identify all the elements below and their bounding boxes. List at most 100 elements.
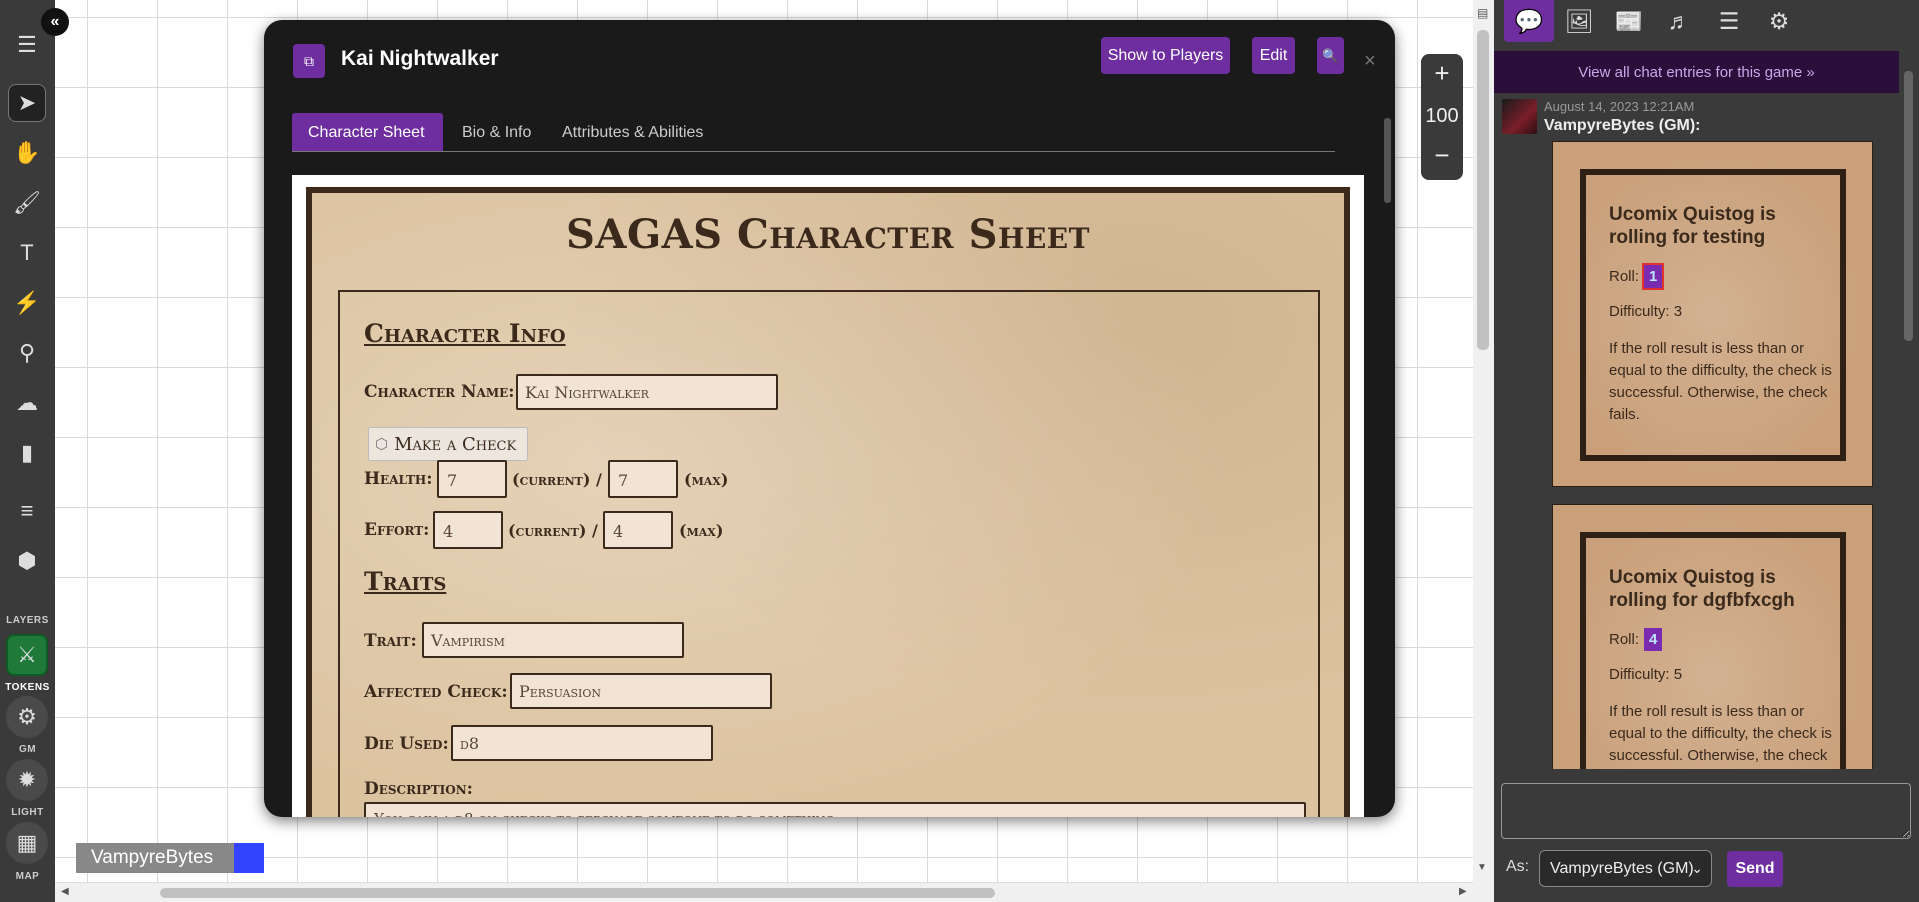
art-library-icon[interactable]: 🖼 bbox=[1554, 0, 1604, 42]
dialog-scrollbar[interactable] bbox=[1382, 100, 1393, 816]
roll-title: Ucomix Quistog is rolling for dgfbfxcgh bbox=[1609, 567, 1795, 611]
die-used-label: Die Used: bbox=[364, 734, 449, 754]
roll-result[interactable]: 4 bbox=[1644, 628, 1663, 651]
traits-heading: Traits bbox=[364, 567, 447, 596]
scroll-right-arrow-icon[interactable]: ▶ bbox=[1459, 886, 1467, 897]
speak-as-select[interactable]: VampyreBytes (GM) ⌄ bbox=[1539, 850, 1712, 887]
popout-icon[interactable]: ⧉ bbox=[293, 44, 325, 78]
roll-card-frame: Ucomix Quistog is rolling for testing Ro… bbox=[1580, 169, 1846, 461]
character-info-heading: Character Info bbox=[364, 319, 566, 348]
tab-bio-info[interactable]: Bio & Info bbox=[446, 113, 547, 152]
tab-attributes-abilities[interactable]: Attributes & Abilities bbox=[546, 113, 719, 152]
trait-label: Trait: bbox=[364, 631, 417, 651]
horizontal-scrollbar[interactable]: ◀ ▶ bbox=[55, 882, 1473, 902]
player-tag[interactable]: VampyreBytes bbox=[76, 843, 264, 873]
roll-card-frame: Ucomix Quistog is rolling for dgfbfxcgh … bbox=[1580, 532, 1846, 769]
vertical-scroll-thumb[interactable] bbox=[1477, 30, 1489, 350]
chat-input[interactable] bbox=[1501, 783, 1911, 839]
view-all-chat-link[interactable]: View all chat entries for this game » bbox=[1494, 51, 1899, 93]
scroll-down-arrow-icon[interactable]: ▼ bbox=[1477, 862, 1487, 873]
character-info-panel: Character Info Character Name: Kai Night… bbox=[338, 290, 1320, 817]
roll-card: Ucomix Quistog is rolling for dgfbfxcgh … bbox=[1552, 504, 1873, 769]
jukebox-icon[interactable]: ♬ bbox=[1654, 0, 1704, 42]
gm-layer-label: GM bbox=[18, 744, 37, 755]
grip-icon[interactable]: ▤ bbox=[1477, 6, 1489, 26]
tab-character-sheet[interactable]: Character Sheet bbox=[292, 113, 443, 152]
horizontal-scroll-thumb[interactable] bbox=[160, 888, 995, 898]
measure-icon[interactable]: ⚲ bbox=[8, 334, 46, 372]
show-to-players-button[interactable]: Show to Players bbox=[1101, 37, 1230, 74]
tab-divider bbox=[292, 151, 1335, 152]
dialog-scroll-thumb[interactable] bbox=[1384, 118, 1391, 203]
zoom-level: 100 bbox=[1425, 105, 1459, 127]
health-current-field[interactable]: 7 bbox=[437, 460, 507, 498]
sidebar-tabs: 💬 🖼 📰 ♬ ☰ ⚙ bbox=[1494, 0, 1919, 50]
make-a-check-button[interactable]: ⬡ Make a Check bbox=[368, 427, 528, 461]
trait-field[interactable]: Vampirism bbox=[422, 622, 684, 658]
collapse-toolbar-icon[interactable]: « bbox=[41, 8, 69, 36]
zoom-control: + 100 − bbox=[1421, 54, 1463, 180]
select-pointer-icon[interactable]: ➤ bbox=[8, 84, 46, 122]
light-layer-icon[interactable]: ✹ bbox=[6, 759, 48, 801]
effort-current-note: (current) / bbox=[508, 521, 598, 540]
avatar bbox=[1502, 99, 1537, 134]
tokens-layer-icon[interactable]: ⚔ bbox=[6, 634, 48, 676]
speak-as-value: VampyreBytes (GM) bbox=[1550, 860, 1694, 877]
send-button[interactable]: Send bbox=[1727, 851, 1783, 887]
lightning-icon[interactable]: ⚡ bbox=[8, 284, 46, 322]
zoom-out-button[interactable]: − bbox=[1421, 140, 1463, 171]
roll-label: Roll: bbox=[1609, 268, 1640, 285]
layers-heading: LAYERS bbox=[6, 615, 49, 626]
effort-current-field[interactable]: 4 bbox=[433, 511, 503, 549]
pan-hand-icon[interactable]: ✋ bbox=[8, 134, 46, 172]
left-toolbar: ☰ ➤ ✋ 🖌 T ⚡ ⚲ ☁ ▮ ≡ ⬢ LAYERS ⚔ TOKENS ⚙ … bbox=[0, 0, 55, 902]
affected-check-field[interactable]: Persuasion bbox=[510, 673, 772, 709]
chat-clip: Ucomix Quistog is rolling for dgfbfxcgh … bbox=[1494, 504, 1899, 769]
roll-card: Ucomix Quistog is rolling for testing Ro… bbox=[1552, 141, 1873, 487]
map-layer-icon[interactable]: ▦ bbox=[6, 822, 48, 864]
close-icon[interactable]: × bbox=[1364, 50, 1376, 73]
collections-icon[interactable]: ☰ bbox=[1704, 0, 1754, 42]
effort-label: Effort: bbox=[364, 520, 430, 540]
sheet-title: SAGAS Character Sheet bbox=[566, 211, 1090, 258]
d20-icon: ⬡ bbox=[375, 435, 389, 453]
health-max-note: (max) bbox=[684, 470, 729, 489]
health-max-field[interactable]: 7 bbox=[608, 460, 678, 498]
health-current-note: (current) / bbox=[512, 470, 602, 489]
tokens-layer-label: TOKENS bbox=[5, 682, 50, 693]
dice-icon[interactable]: ⬢ bbox=[8, 542, 46, 580]
zoom-in-button[interactable]: + bbox=[1421, 58, 1463, 89]
character-name-field[interactable]: Kai Nightwalker bbox=[516, 374, 778, 410]
chat-scrollbar[interactable] bbox=[1899, 51, 1919, 769]
settings-gear-icon[interactable]: ⚙ bbox=[1754, 0, 1804, 42]
description-field[interactable]: You gain a d8 on checks to persuade some… bbox=[364, 802, 1306, 817]
canvas-vertical-scrollbar[interactable]: ▤ ▼ bbox=[1473, 0, 1494, 902]
menu-icon[interactable]: ☰ bbox=[8, 26, 46, 64]
edit-button[interactable]: Edit bbox=[1252, 37, 1295, 74]
journal-icon[interactable]: 📰 bbox=[1604, 0, 1654, 42]
speak-as-label: As: bbox=[1506, 858, 1530, 875]
roll-result[interactable]: 1 bbox=[1641, 263, 1665, 290]
effort-max-field[interactable]: 4 bbox=[603, 511, 673, 549]
die-used-field[interactable]: d8 bbox=[451, 725, 713, 761]
scroll-left-arrow-icon[interactable]: ◀ bbox=[61, 886, 69, 897]
message-sender: VampyreBytes (GM): bbox=[1544, 117, 1701, 134]
light-layer-label: LIGHT bbox=[11, 807, 44, 818]
player-name: VampyreBytes bbox=[76, 843, 234, 873]
character-name-label: Character Name: bbox=[364, 382, 515, 402]
draw-brush-icon[interactable]: 🖌 bbox=[8, 184, 46, 222]
make-a-check-label: Make a Check bbox=[394, 433, 517, 455]
gm-layer-icon[interactable]: ⚙ bbox=[6, 696, 48, 738]
search-icon[interactable]: 🔍 bbox=[1317, 37, 1344, 74]
player-color-swatch bbox=[234, 843, 264, 873]
ruler-icon[interactable]: ▮ bbox=[8, 434, 46, 472]
chat-bubble-icon[interactable]: 💬 bbox=[1504, 0, 1554, 42]
character-sheet: SAGAS Character Sheet Character Info Cha… bbox=[306, 187, 1350, 817]
roll-description: If the roll result is less than or equal… bbox=[1609, 340, 1832, 423]
text-tool-icon[interactable]: T bbox=[8, 234, 46, 272]
fog-cloud-icon[interactable]: ☁ bbox=[8, 384, 46, 422]
effort-max-note: (max) bbox=[679, 521, 724, 540]
roll-line: Roll: 1 bbox=[1609, 263, 1665, 290]
chat-scroll-thumb[interactable] bbox=[1904, 71, 1913, 341]
list-edit-icon[interactable]: ≡ bbox=[8, 492, 46, 530]
